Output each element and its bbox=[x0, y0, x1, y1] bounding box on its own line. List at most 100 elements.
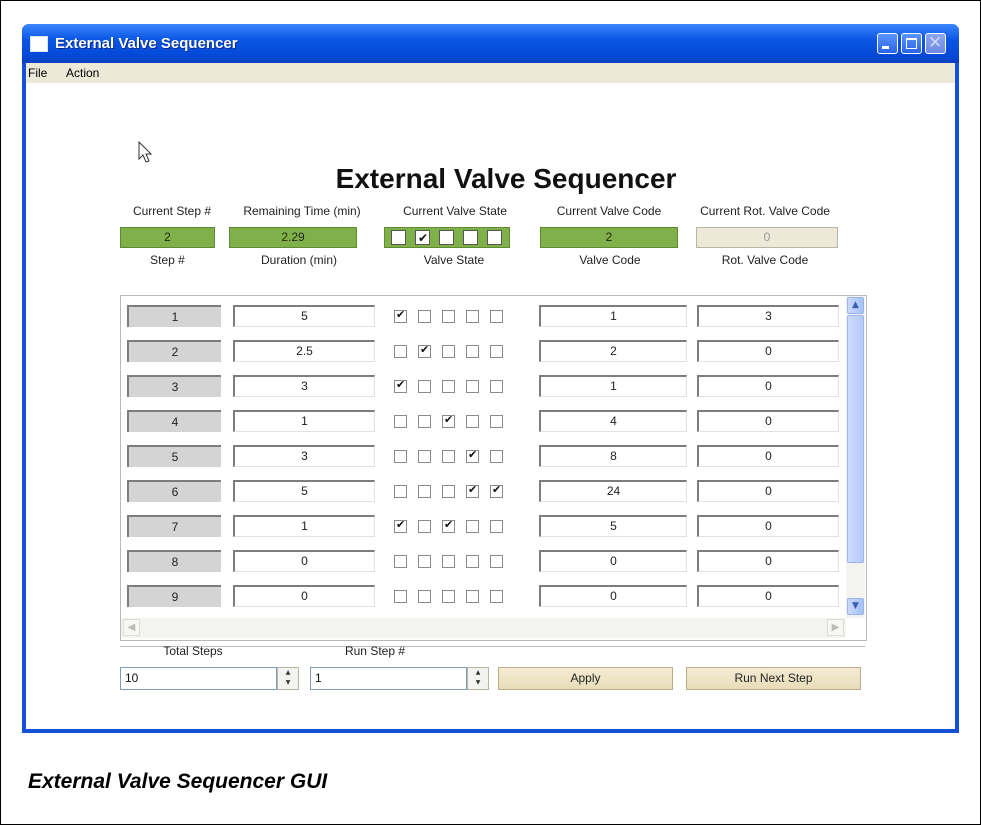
valve-checkbox[interactable] bbox=[466, 415, 479, 428]
apply-button[interactable]: Apply bbox=[498, 667, 673, 690]
valve-code-field[interactable]: 0 bbox=[539, 550, 687, 572]
valve-checkbox[interactable] bbox=[394, 485, 407, 498]
valve-code-field[interactable]: 1 bbox=[539, 305, 687, 327]
menu-action[interactable]: Action bbox=[66, 66, 99, 80]
valve-checkbox[interactable] bbox=[490, 345, 503, 358]
scroll-thumb[interactable] bbox=[847, 315, 864, 563]
valve-code-field[interactable]: 0 bbox=[539, 585, 687, 607]
rot-valve-code-field[interactable]: 3 bbox=[697, 305, 839, 327]
spin-down-icon[interactable]: ▼ bbox=[471, 678, 485, 688]
rot-valve-code-field[interactable]: 0 bbox=[697, 340, 839, 362]
vertical-scrollbar[interactable]: ▲ ▼ bbox=[846, 296, 865, 618]
valve-checkbox[interactable] bbox=[490, 380, 503, 393]
rot-valve-code-field[interactable]: 0 bbox=[697, 550, 839, 572]
total-steps-spinner[interactable]: ▲ ▼ bbox=[277, 667, 299, 690]
duration-field[interactable]: 3 bbox=[233, 375, 375, 397]
valve-checkbox[interactable] bbox=[418, 310, 431, 323]
current-valve-checkbox bbox=[415, 229, 430, 248]
valve-checkbox[interactable] bbox=[418, 520, 431, 533]
valve-checkbox[interactable] bbox=[442, 518, 455, 533]
valve-checkbox[interactable] bbox=[466, 483, 479, 498]
rot-valve-code-field[interactable]: 0 bbox=[697, 375, 839, 397]
valve-checkbox[interactable] bbox=[466, 555, 479, 568]
valve-checkbox[interactable] bbox=[490, 590, 503, 603]
valve-checkbox[interactable] bbox=[394, 518, 407, 533]
spin-up-icon[interactable]: ▲ bbox=[471, 668, 485, 678]
valve-checkbox[interactable] bbox=[418, 555, 431, 568]
valve-checkbox[interactable] bbox=[466, 590, 479, 603]
valve-checkbox[interactable] bbox=[418, 450, 431, 463]
close-button[interactable]: ✕ bbox=[925, 33, 946, 54]
run-step-input[interactable]: 1 bbox=[310, 667, 467, 690]
maximize-button[interactable] bbox=[901, 33, 922, 54]
valve-checkbox[interactable] bbox=[394, 308, 407, 323]
valve-checkbox[interactable] bbox=[490, 520, 503, 533]
duration-field[interactable]: 1 bbox=[233, 410, 375, 432]
valve-checkbox[interactable] bbox=[466, 448, 479, 463]
valve-checkbox[interactable] bbox=[442, 590, 455, 603]
spin-down-icon[interactable]: ▼ bbox=[281, 678, 295, 688]
valve-checkbox[interactable] bbox=[394, 415, 407, 428]
valve-checkbox[interactable] bbox=[442, 485, 455, 498]
rot-valve-code-field[interactable]: 0 bbox=[697, 585, 839, 607]
app-window: External Valve Sequencer ✕ File Action E… bbox=[22, 24, 959, 733]
valve-checkbox[interactable] bbox=[442, 345, 455, 358]
duration-field[interactable]: 1 bbox=[233, 515, 375, 537]
valve-checkbox[interactable] bbox=[394, 450, 407, 463]
valve-checkbox[interactable] bbox=[490, 450, 503, 463]
valve-code-field[interactable]: 24 bbox=[539, 480, 687, 502]
valve-checkbox[interactable] bbox=[418, 415, 431, 428]
duration-field[interactable]: 5 bbox=[233, 480, 375, 502]
rot-valve-code-field[interactable]: 0 bbox=[697, 515, 839, 537]
valve-checkbox[interactable] bbox=[394, 378, 407, 393]
valve-checkbox[interactable] bbox=[418, 343, 431, 358]
valve-code-field[interactable]: 5 bbox=[539, 515, 687, 537]
valve-checkbox[interactable] bbox=[394, 345, 407, 358]
valve-code-field[interactable]: 8 bbox=[539, 445, 687, 467]
valve-checkbox[interactable] bbox=[442, 310, 455, 323]
valve-checkbox[interactable] bbox=[394, 555, 407, 568]
title-bar[interactable]: External Valve Sequencer ✕ bbox=[22, 24, 959, 63]
valve-checkbox[interactable] bbox=[442, 413, 455, 428]
valve-checkbox[interactable] bbox=[418, 380, 431, 393]
window-title: External Valve Sequencer bbox=[55, 35, 238, 52]
header-valve-state: Valve State bbox=[423, 253, 485, 267]
valve-checkbox[interactable] bbox=[490, 310, 503, 323]
duration-field[interactable]: 5 bbox=[233, 305, 375, 327]
valve-checkbox[interactable] bbox=[418, 590, 431, 603]
total-steps-input[interactable]: 10 bbox=[120, 667, 277, 690]
valve-checkbox[interactable] bbox=[442, 380, 455, 393]
valve-checkbox[interactable] bbox=[442, 555, 455, 568]
menu-file[interactable]: File bbox=[28, 66, 47, 80]
valve-checkbox[interactable] bbox=[490, 483, 503, 498]
duration-field[interactable]: 3 bbox=[233, 445, 375, 467]
valve-code-field[interactable]: 4 bbox=[539, 410, 687, 432]
valve-code-field[interactable]: 1 bbox=[539, 375, 687, 397]
rot-valve-code-field[interactable]: 0 bbox=[697, 410, 839, 432]
run-step-spinner[interactable]: ▲ ▼ bbox=[467, 667, 489, 690]
valve-checkbox[interactable] bbox=[442, 450, 455, 463]
horizontal-scrollbar[interactable]: ◀ ▶ bbox=[121, 618, 846, 638]
valve-checkbox[interactable] bbox=[394, 590, 407, 603]
valve-checkbox[interactable] bbox=[466, 520, 479, 533]
minimize-button[interactable] bbox=[877, 33, 898, 54]
valve-code-field[interactable]: 2 bbox=[539, 340, 687, 362]
rot-valve-code-field[interactable]: 0 bbox=[697, 445, 839, 467]
valve-checkbox[interactable] bbox=[466, 310, 479, 323]
current-valve-checkbox bbox=[439, 230, 454, 245]
valve-checkbox[interactable] bbox=[466, 345, 479, 358]
scroll-right-icon[interactable]: ▶ bbox=[827, 619, 844, 636]
duration-field[interactable]: 2.5 bbox=[233, 340, 375, 362]
duration-field[interactable]: 0 bbox=[233, 550, 375, 572]
valve-checkbox[interactable] bbox=[490, 415, 503, 428]
scroll-up-icon[interactable]: ▲ bbox=[847, 297, 864, 314]
scroll-down-icon[interactable]: ▼ bbox=[847, 598, 864, 615]
scroll-left-icon[interactable]: ◀ bbox=[123, 619, 140, 636]
rot-valve-code-field[interactable]: 0 bbox=[697, 480, 839, 502]
valve-checkbox[interactable] bbox=[490, 555, 503, 568]
valve-checkbox[interactable] bbox=[418, 485, 431, 498]
duration-field[interactable]: 0 bbox=[233, 585, 375, 607]
spin-up-icon[interactable]: ▲ bbox=[281, 668, 295, 678]
run-next-step-button[interactable]: Run Next Step bbox=[686, 667, 861, 690]
valve-checkbox[interactable] bbox=[466, 380, 479, 393]
